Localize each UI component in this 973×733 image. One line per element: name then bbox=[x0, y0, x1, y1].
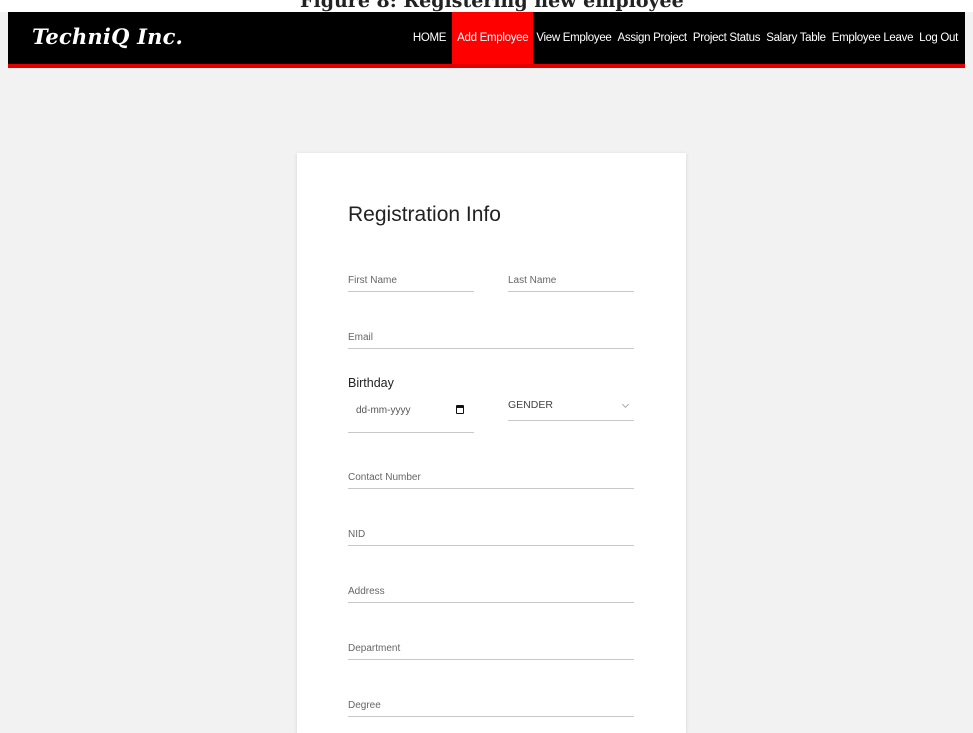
nav-menu: HOME Add Employee View Employee Assign P… bbox=[410, 12, 961, 64]
gender-select[interactable]: GENDER bbox=[508, 398, 634, 421]
department-label: Department bbox=[348, 643, 401, 654]
form-title: Registration Info bbox=[348, 203, 501, 226]
nav-item-add-employee[interactable]: Add Employee bbox=[452, 12, 534, 64]
email-label: Email bbox=[348, 332, 374, 343]
brand-logo[interactable]: TechniQ Inc. bbox=[32, 24, 183, 49]
nav-item-salary-table[interactable]: Salary Table bbox=[763, 12, 828, 64]
contact-number-label: Contact Number bbox=[348, 472, 421, 483]
email-field[interactable]: Email bbox=[348, 328, 634, 349]
page-caption: Figure 8: Registering new employee bbox=[300, 0, 684, 12]
nav-item-log-out[interactable]: Log Out bbox=[916, 12, 961, 64]
navbar: TechniQ Inc. HOME Add Employee View Empl… bbox=[8, 12, 965, 68]
last-name-field[interactable]: Last Name bbox=[508, 271, 634, 292]
birthday-date-input[interactable]: dd-mm-yyyy bbox=[348, 398, 474, 433]
nav-item-home[interactable]: HOME bbox=[410, 12, 452, 64]
birthday-label: Birthday bbox=[348, 376, 394, 390]
nav-item-assign-project[interactable]: Assign Project bbox=[615, 12, 690, 64]
address-field[interactable]: Address bbox=[348, 582, 634, 603]
contact-number-field[interactable]: Contact Number bbox=[348, 468, 634, 489]
birthday-placeholder: dd-mm-yyyy bbox=[356, 405, 411, 416]
page-caption-cutoff: Figure 8: Registering new employee bbox=[0, 0, 973, 12]
chevron-down-icon bbox=[621, 400, 630, 409]
department-field[interactable]: Department bbox=[348, 639, 634, 660]
gender-selected-value: GENDER bbox=[508, 399, 553, 411]
registration-card: Registration Info First Name Last Name E… bbox=[297, 153, 686, 733]
nav-item-employee-leave[interactable]: Employee Leave bbox=[829, 12, 916, 64]
last-name-label: Last Name bbox=[508, 275, 557, 286]
nav-item-project-status[interactable]: Project Status bbox=[690, 12, 763, 64]
degree-label: Degree bbox=[348, 700, 381, 711]
nid-field[interactable]: NID bbox=[348, 525, 634, 546]
degree-field[interactable]: Degree bbox=[348, 696, 634, 717]
calendar-icon[interactable] bbox=[456, 405, 464, 414]
nid-label: NID bbox=[348, 529, 366, 540]
first-name-field[interactable]: First Name bbox=[348, 271, 474, 292]
first-name-label: First Name bbox=[348, 275, 397, 286]
nav-item-view-employee[interactable]: View Employee bbox=[533, 12, 614, 64]
address-label: Address bbox=[348, 586, 385, 597]
